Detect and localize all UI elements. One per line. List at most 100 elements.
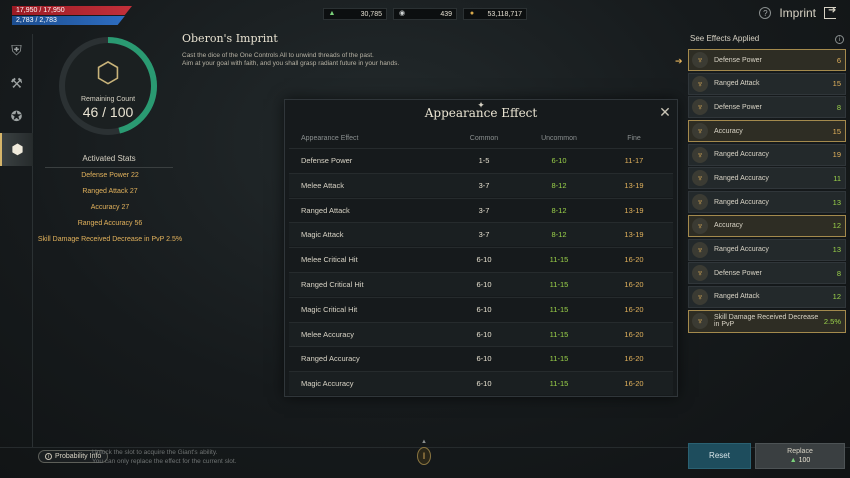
modal-title: Appearance Effect (424, 106, 538, 120)
activated-stat: Ranged Accuracy 56 (77, 220, 143, 227)
info-icon[interactable]: i (835, 35, 844, 44)
dice-icon[interactable]: ⬡ (90, 54, 126, 90)
effect-slot[interactable]: ♆ Defense Power 6 (688, 49, 846, 71)
description-line: Aim at your goal with faith, and you sha… (182, 60, 400, 67)
currency-crystal: ▲ 30,785 (323, 8, 387, 20)
effect-emblem-icon: ♆ (692, 99, 708, 116)
table-cell: 11-15 (549, 379, 569, 389)
description-line: Cast the dice of the One Controls All to… (182, 52, 374, 59)
table-cell: 8-12 (551, 230, 567, 240)
effect-emblem-icon: ♆ (692, 146, 708, 163)
effect-slot[interactable]: ♆ Defense Power 8 (688, 96, 846, 119)
nav-dice-icon[interactable]: ⬢ (0, 133, 33, 166)
table-cell: Defense Power (301, 156, 353, 165)
appearance-effect-modal: ✦ Appearance Effect ✕ Appearance Effect … (284, 99, 678, 397)
effects-list: ♆ Defense Power 6 ♆ Ranged Attack 15 ♆ Defense … (688, 49, 846, 334)
effect-value: 12 (832, 292, 841, 302)
effect-slot[interactable]: ♆ Ranged Accuracy 13 (688, 191, 846, 214)
table-cell: Magic Accuracy (301, 379, 354, 389)
effect-slot[interactable]: ♆ Accuracy 12 (688, 214, 846, 237)
effect-value: 6 (836, 55, 841, 65)
effect-slot[interactable]: ♆ Accuracy 15 (688, 120, 846, 143)
replace-cost: ▲ 100 (756, 456, 844, 465)
chevron-up-icon[interactable]: ▲ (421, 439, 427, 445)
effect-value: 8 (836, 268, 841, 278)
table-row: Ranged Critical Hit 6-10 11-15 16-20 (289, 272, 673, 296)
effect-name: Ranged Attack (714, 80, 760, 88)
nav-compass-icon[interactable]: ✪ (0, 100, 33, 133)
replace-button[interactable]: Replace ▲ 100 (755, 443, 845, 469)
table-cell: Melee Accuracy (301, 329, 354, 339)
effect-name: Accuracy (714, 127, 743, 135)
effect-slot[interactable]: ♆ Ranged Attack 12 (688, 285, 846, 308)
effect-value: 13 (832, 197, 841, 207)
table-cell: 16-20 (624, 280, 644, 289)
hp-bar: 17,950 / 17,950 (12, 6, 132, 15)
effect-emblem-icon: ♆ (692, 75, 708, 92)
activated-stats-list: Defense Power 22 Ranged Attack 27 Accura… (30, 170, 190, 250)
effect-slot[interactable]: ♆ Ranged Accuracy 19 (688, 143, 846, 166)
table-cell: 6-10 (476, 354, 492, 364)
hp-mp-bars: 17,950 / 17,950 2,783 / 2,783 (12, 6, 132, 25)
currency-value: 30,785 (360, 10, 382, 18)
table-cell: 11-17 (624, 156, 644, 165)
table-cell: 16-20 (624, 255, 644, 265)
slot-index-badge[interactable]: I (417, 447, 431, 465)
table-cell: Ranged Critical Hit (301, 280, 364, 289)
table-cell: 6-10 (551, 156, 567, 165)
table-cell: Melee Critical Hit (301, 255, 358, 265)
remaining-count-value: 46 / 100 (82, 104, 134, 120)
hint-line: You can only replace the effect for the … (92, 458, 237, 465)
green-crystal-icon: ▲ (328, 10, 336, 17)
table-cell: 13-19 (624, 205, 644, 215)
table-cell: 13-19 (624, 230, 644, 240)
effect-slot[interactable]: ♆ Ranged Accuracy 13 (688, 238, 846, 261)
effect-value: 12 (832, 221, 841, 231)
reset-button[interactable]: Reset (688, 443, 751, 469)
table-cell: 13-19 (624, 180, 644, 190)
effect-name: Ranged Attack (714, 293, 760, 301)
effect-name: Ranged Accuracy (714, 174, 769, 182)
effect-emblem-icon: ♆ (692, 52, 708, 68)
table-row: Magic Critical Hit 6-10 11-15 16-20 (289, 296, 673, 321)
table-cell: 11-15 (549, 329, 569, 339)
exit-icon[interactable] (824, 5, 836, 19)
table-cell: 3-7 (478, 230, 490, 240)
effect-slot[interactable]: ♆ Skill Damage Received Decrease in PvP 2.… (688, 309, 846, 333)
effect-value: 8 (836, 102, 841, 112)
activated-stat: Ranged Attack 27 (82, 188, 138, 195)
green-crystal-icon: ▲ (789, 457, 799, 464)
header-common: Common (469, 134, 499, 142)
help-icon[interactable]: ? (759, 7, 772, 19)
table-cell: 11-15 (549, 255, 569, 265)
header-uncommon: Uncommon (541, 134, 577, 142)
header-fine: Fine (627, 134, 641, 142)
effect-slot[interactable]: ♆ Ranged Accuracy 11 (688, 167, 846, 190)
nav-guardian-icon[interactable]: ⛨ (0, 34, 33, 67)
currency-token: ◉ 439 (393, 8, 457, 20)
effect-emblem-icon: ♆ (692, 265, 708, 282)
table-cell: 1-5 (478, 156, 490, 165)
effect-name: Defense Power (714, 103, 762, 111)
effect-value: 19 (832, 150, 841, 160)
table-cell: Ranged Accuracy (301, 354, 360, 364)
effect-emblem-icon: ♆ (692, 288, 708, 305)
left-nav: ⛨ ⚒ ✪ ⬢ (0, 34, 33, 448)
header-effect: Appearance Effect (301, 134, 359, 142)
nav-axe-icon[interactable]: ⚒ (0, 67, 33, 100)
close-icon[interactable]: ✕ (659, 105, 671, 119)
activated-stat: Accuracy 27 (90, 204, 130, 211)
table-cell: 11-15 (549, 304, 569, 314)
table-header: Appearance Effect Common Uncommon Fine (285, 130, 677, 146)
table-cell: 3-7 (478, 180, 490, 190)
effect-slot[interactable]: ♆ Defense Power 8 (688, 262, 846, 285)
table-cell: Ranged Attack (301, 205, 350, 215)
table-cell: 16-20 (624, 329, 644, 339)
gold-coin-icon: ● (469, 10, 475, 17)
table-row: Melee Critical Hit 6-10 11-15 16-20 (289, 247, 673, 271)
table-cell: 6-10 (476, 329, 492, 339)
effect-slot[interactable]: ♆ Ranged Attack 15 (688, 72, 846, 95)
hint-line: Unlock the slot to acquire the Giant's a… (92, 449, 218, 456)
table-cell: 8-12 (551, 180, 567, 190)
effect-value: 15 (832, 79, 841, 89)
